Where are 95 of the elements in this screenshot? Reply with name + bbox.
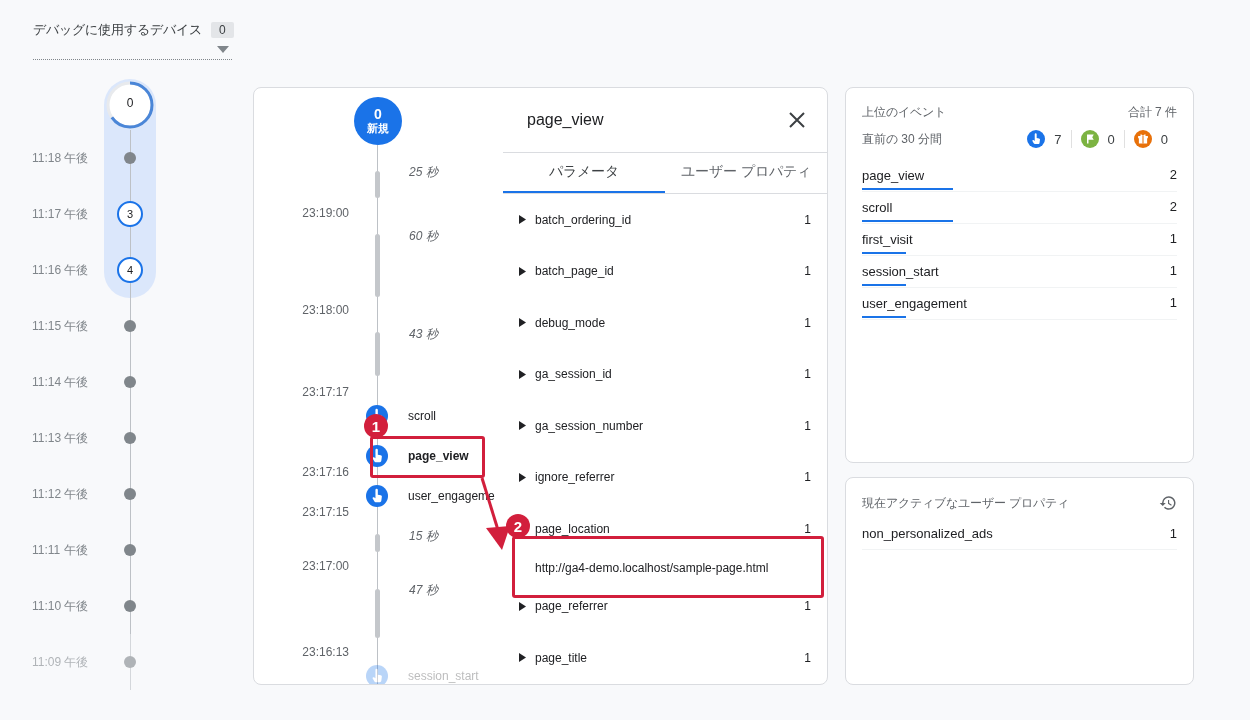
parameter-count: 1 <box>804 650 811 665</box>
history-icon[interactable] <box>1159 494 1177 512</box>
minute-label: 11:15 午後 <box>31 317 90 335</box>
minute-label: 11:13 午後 <box>31 429 90 447</box>
selected-range[interactable]: 3 <box>104 186 156 242</box>
event-link[interactable]: page_view <box>408 448 469 464</box>
timestamp: 23:17:15 <box>302 505 349 519</box>
parameter-name: page_title <box>535 650 589 665</box>
minute-label: 11:17 午後 <box>31 205 90 223</box>
event-row[interactable]: scroll 2 <box>862 192 1177 224</box>
parameter-name: ignore_referrer <box>535 470 616 485</box>
property-count: 1 <box>1169 526 1177 541</box>
event-row[interactable]: first_visit 1 <box>862 224 1177 256</box>
parameter-count: 1 <box>804 599 811 614</box>
parameter-count: 1 <box>804 367 811 382</box>
minute-label: 11:16 午後 <box>31 261 90 279</box>
event-link[interactable]: scroll <box>408 408 436 424</box>
touch-icon <box>366 445 388 467</box>
timestamp: 23:18:00 <box>302 303 349 317</box>
device-label: デバッグに使用するデバイス <box>33 21 202 39</box>
minute-dot[interactable] <box>124 600 136 612</box>
event-row[interactable]: page_view 2 <box>862 160 1177 192</box>
duration-label: 25 秒 <box>409 165 438 179</box>
event-count: 2 <box>1169 167 1177 182</box>
timestamp: 23:17:16 <box>302 465 349 479</box>
event-count: 1 <box>1169 295 1177 310</box>
parameter-name: ga_session_id <box>535 367 613 382</box>
card-title: 現在アクティブなユーザー プロパティ <box>862 494 1070 512</box>
minute-label: 11:11 午後 <box>31 541 89 559</box>
minute-count[interactable]: 3 <box>117 201 143 227</box>
parameter-name: page_location <box>535 521 611 536</box>
parameter-count: 1 <box>804 212 811 227</box>
minute-label: 11:10 午後 <box>31 597 90 615</box>
parameter-name: batch_ordering_id <box>535 212 633 227</box>
duration-label: 47 秒 <box>409 583 438 597</box>
event-name: page_view <box>862 168 925 183</box>
event-name: user_engagement <box>862 296 967 311</box>
total-count: 合計 7 件 <box>1127 104 1177 121</box>
property-name: non_personalized_ads <box>862 526 993 541</box>
minute-label: 11:18 午後 <box>31 149 90 167</box>
duration-label: 43 秒 <box>409 327 438 341</box>
parameter-count: 1 <box>804 315 811 330</box>
minute-dot[interactable] <box>124 432 136 444</box>
event-name: first_visit <box>862 232 913 247</box>
minute-count[interactable]: 4 <box>117 257 143 283</box>
event-row[interactable]: session_start 1 <box>862 256 1177 288</box>
event-row[interactable]: user_engagement 1 <box>862 288 1177 320</box>
tab[interactable]: パラメータ <box>503 153 665 193</box>
stat-count: 0 <box>1160 131 1168 147</box>
minute-dot[interactable] <box>124 376 136 388</box>
stat-count: 7 <box>1054 131 1062 147</box>
parameter-name: batch_page_id <box>535 264 615 279</box>
tab[interactable]: ユーザー プロパティ <box>665 153 827 193</box>
minute-dot[interactable] <box>124 544 136 556</box>
touch-icon <box>366 485 388 507</box>
parameter-name: page_referrer <box>535 599 609 614</box>
minute-dot[interactable] <box>124 656 136 668</box>
step-number: 1 <box>364 414 388 438</box>
parameter-count: 1 <box>804 418 811 433</box>
minute-dot[interactable] <box>124 152 136 164</box>
event-count: 1 <box>1169 263 1177 278</box>
parameter-name: ga_session_number <box>535 418 645 433</box>
dropdown-caret-icon[interactable] <box>217 46 229 53</box>
minute-label: 11:12 午後 <box>31 485 90 503</box>
parameter-name: debug_mode <box>535 315 607 330</box>
minute-label: 11:09 午後 <box>31 653 90 671</box>
stat-count: 0 <box>1107 131 1115 147</box>
event-name: scroll <box>862 200 893 215</box>
close-icon[interactable] <box>789 112 805 128</box>
step-number: 2 <box>506 514 530 538</box>
countdown-ring[interactable] <box>106 80 154 129</box>
event-name: session_start <box>862 264 939 279</box>
minute-dot[interactable] <box>124 488 136 500</box>
period-label: 直前の 30 分間 <box>862 130 942 148</box>
minute-dot[interactable] <box>124 320 136 332</box>
card-title: 上位のイベント <box>862 104 946 121</box>
new-users-bubble: 0 新規 <box>354 97 402 145</box>
timestamp: 23:19:00 <box>302 206 349 220</box>
selected-range[interactable]: 4 <box>104 242 156 298</box>
parameter-count: 1 <box>804 521 811 536</box>
parameter-value: http://ga4-demo.localhost/sample-page.html <box>534 559 769 577</box>
parameter-count: 1 <box>804 264 811 279</box>
duration-label: 60 秒 <box>409 229 438 243</box>
timestamp: 23:16:13 <box>302 645 349 659</box>
touch-icon <box>366 665 388 684</box>
ring-count: 0 <box>125 95 135 110</box>
parameter-count: 1 <box>804 470 811 485</box>
duration-label: 15 秒 <box>409 529 438 543</box>
timestamp: 23:17:00 <box>302 559 349 573</box>
minute-label: 11:14 午後 <box>31 373 90 391</box>
event-count: 1 <box>1169 231 1177 246</box>
timestamp: 23:17:17 <box>302 385 349 399</box>
event-title: page_view <box>527 111 604 129</box>
event-count: 2 <box>1169 199 1177 214</box>
device-count: 0 <box>211 22 234 38</box>
